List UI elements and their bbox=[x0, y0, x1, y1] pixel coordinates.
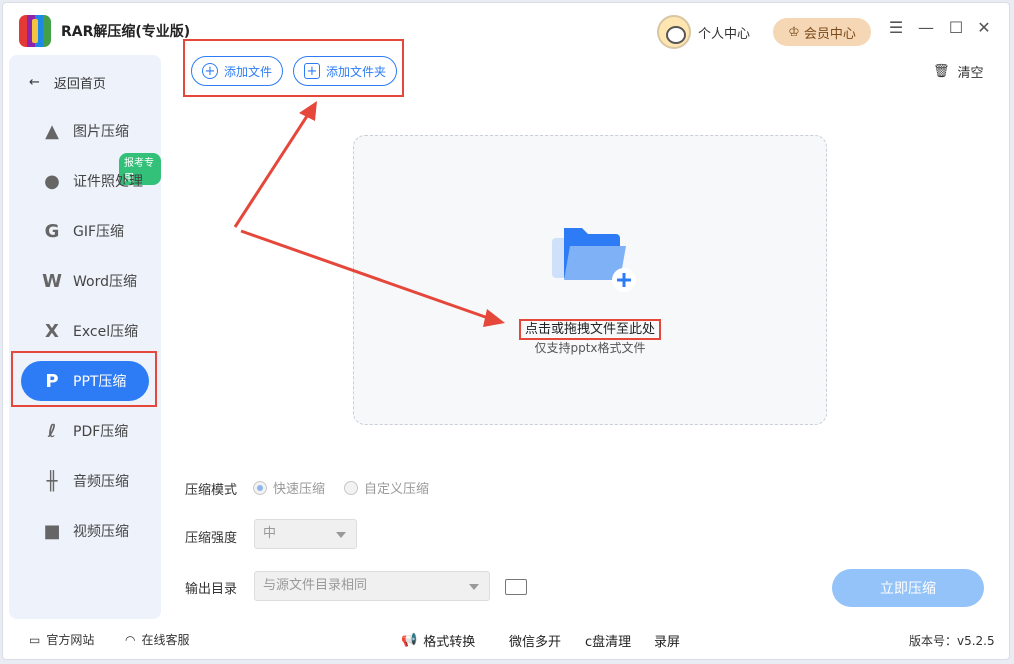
start-compress-button[interactable]: 立即压缩 bbox=[832, 569, 984, 607]
sidebar-item-video[interactable]: ■ 视频压缩 bbox=[21, 511, 149, 551]
format-convert-label: 格式转换 bbox=[423, 635, 476, 650]
output-label: 输出目录 bbox=[185, 582, 238, 597]
c-drive-clean-link[interactable]: c盘清理 bbox=[585, 631, 631, 650]
sidebar-item-image[interactable]: ▲ 图片压缩 bbox=[21, 111, 149, 151]
video-icon: ■ bbox=[43, 520, 61, 542]
sidebar-item-pdf[interactable]: ℓ PDF压缩 bbox=[21, 411, 149, 451]
sidebar-item-audio[interactable]: ╫ 音频压缩 bbox=[21, 461, 149, 501]
drop-zone[interactable]: 点击或拖拽文件至此处 仅支持pptx格式文件 bbox=[353, 135, 827, 425]
screen-record-link[interactable]: 录屏 bbox=[654, 631, 680, 650]
app-window: RAR解压缩(专业版) 个人中心 ♔ 会员中心 ☰ — ☐ ✕ ← 返回首页 报… bbox=[2, 2, 1010, 660]
format-convert-link[interactable]: 📢 格式转换 bbox=[401, 631, 475, 650]
pdf-icon: ℓ bbox=[47, 420, 57, 442]
audio-icon: ╫ bbox=[46, 470, 58, 492]
sidebar-item-word[interactable]: W Word压缩 bbox=[21, 261, 149, 301]
sidebar-item-label: 视频压缩 bbox=[73, 524, 129, 540]
radio-dot-icon bbox=[253, 480, 267, 495]
sidebar-item-gif[interactable]: G GIF压缩 bbox=[21, 211, 149, 251]
folder-open-icon[interactable] bbox=[505, 579, 527, 595]
add-file-label: 添加文件 bbox=[224, 64, 273, 79]
mode-fast-label: 快速压缩 bbox=[273, 482, 326, 497]
trash-icon: 🗑 bbox=[933, 64, 950, 79]
folder-add-icon bbox=[552, 228, 636, 292]
strength-value: 中 bbox=[263, 526, 277, 541]
sidebar-item-label: 证件照处理 bbox=[73, 174, 143, 190]
back-home-link[interactable]: ← 返回首页 bbox=[29, 73, 106, 92]
wechat-multi-link[interactable]: 微信多开 bbox=[509, 631, 561, 650]
drop-zone-title: 点击或拖拽文件至此处 bbox=[518, 319, 661, 340]
minimize-icon[interactable]: — bbox=[917, 19, 935, 37]
excel-icon: X bbox=[45, 320, 59, 342]
add-folder-label: 添加文件夹 bbox=[326, 64, 387, 79]
plus-circle-icon: + bbox=[202, 63, 218, 79]
avatar[interactable] bbox=[657, 15, 691, 49]
user-center-link[interactable]: 个人中心 bbox=[698, 23, 750, 42]
version-label: 版本号：v5.2.5 bbox=[909, 634, 995, 648]
app-title: RAR解压缩(专业版) bbox=[61, 24, 191, 40]
online-service-label: 在线客服 bbox=[141, 633, 190, 647]
online-service-link[interactable]: ◠ 在线客服 bbox=[125, 631, 190, 648]
menu-icon[interactable]: ☰ bbox=[887, 19, 905, 37]
sidebar-item-excel[interactable]: X Excel压缩 bbox=[21, 311, 149, 351]
mode-label: 压缩模式 bbox=[185, 483, 238, 498]
app-logo-icon bbox=[19, 15, 51, 47]
vip-center-label: 会员中心 bbox=[803, 26, 856, 42]
arrow-left-icon: ← bbox=[29, 75, 40, 90]
official-site-label: 官方网站 bbox=[46, 633, 95, 647]
folder-plus-icon: + bbox=[304, 63, 320, 79]
clear-label: 清空 bbox=[957, 66, 984, 81]
strength-label: 压缩强度 bbox=[185, 531, 238, 546]
sidebar-item-id-photo[interactable]: ● 证件照处理 bbox=[21, 161, 149, 201]
sidebar-item-label: GIF压缩 bbox=[73, 224, 125, 240]
headset-icon: ◠ bbox=[125, 632, 136, 647]
output-value: 与源文件目录相同 bbox=[263, 578, 368, 593]
crown-icon: ♔ bbox=[788, 24, 800, 40]
sidebar-item-label: Excel压缩 bbox=[73, 324, 139, 340]
vip-center-button[interactable]: ♔ 会员中心 bbox=[773, 18, 871, 46]
output-select[interactable]: 与源文件目录相同 bbox=[254, 571, 490, 601]
id-photo-icon: ● bbox=[44, 170, 60, 192]
add-file-button[interactable]: + 添加文件 bbox=[191, 56, 284, 86]
title-bar: RAR解压缩(专业版) 个人中心 ♔ 会员中心 ☰ — ☐ ✕ bbox=[3, 3, 1009, 53]
mode-custom-label: 自定义压缩 bbox=[364, 482, 430, 497]
radio-dot-icon bbox=[344, 480, 358, 495]
back-home-label: 返回首页 bbox=[53, 77, 106, 92]
caret-down-icon bbox=[469, 584, 479, 590]
sidebar-item-label: PDF压缩 bbox=[73, 424, 129, 440]
word-icon: W bbox=[42, 270, 62, 292]
add-folder-button[interactable]: + 添加文件夹 bbox=[293, 56, 398, 86]
sidebar: ← 返回首页 报考专用 ▲ 图片压缩 ● 证件照处理 G GIF压缩 W Wor… bbox=[9, 55, 161, 619]
close-icon[interactable]: ✕ bbox=[975, 19, 993, 37]
annotation-box-ppt bbox=[11, 351, 157, 407]
clear-button[interactable]: 🗑 清空 bbox=[933, 62, 984, 81]
image-icon: ▲ bbox=[45, 120, 59, 142]
sidebar-item-label: 音频压缩 bbox=[73, 474, 129, 490]
megaphone-icon: 📢 bbox=[401, 633, 418, 648]
maximize-icon[interactable]: ☐ bbox=[947, 19, 965, 37]
mode-fast-radio[interactable]: 快速压缩 bbox=[253, 478, 325, 497]
strength-select[interactable]: 中 bbox=[254, 519, 357, 549]
gif-icon: G bbox=[44, 220, 60, 242]
sidebar-item-label: 图片压缩 bbox=[73, 124, 129, 140]
official-site-link[interactable]: ▭ 官方网站 bbox=[29, 631, 94, 648]
mode-custom-radio[interactable]: 自定义压缩 bbox=[344, 478, 429, 497]
caret-down-icon bbox=[336, 532, 346, 538]
drop-zone-subtitle: 仅支持pptx格式文件 bbox=[534, 341, 646, 355]
sidebar-item-label: Word压缩 bbox=[73, 274, 137, 290]
monitor-icon: ▭ bbox=[29, 632, 41, 647]
